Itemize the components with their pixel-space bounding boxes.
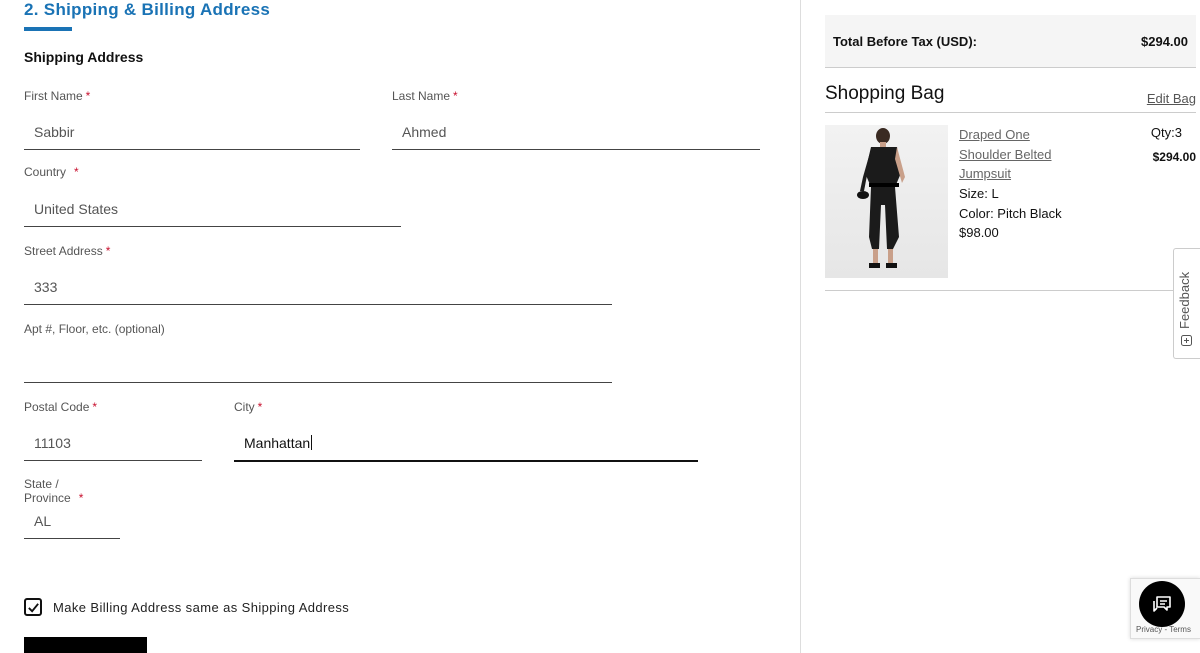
required-mark: * [74, 165, 79, 179]
state-select[interactable]: AL [24, 511, 120, 531]
street-address-label: Street Address * [24, 244, 111, 258]
bag-divider [825, 112, 1196, 113]
jumpsuit-image [857, 128, 905, 268]
state-label: State / Province * [24, 477, 84, 505]
required-mark: * [453, 89, 458, 103]
first-name-field[interactable]: First Name * Sabbir [24, 89, 360, 150]
continue-button[interactable]: CONTINUE [24, 637, 147, 653]
postal-code-input[interactable]: 11103 [24, 433, 202, 453]
last-name-input[interactable]: Ahmed [392, 122, 760, 142]
country-underline [24, 226, 401, 227]
feedback-icon [1181, 335, 1192, 346]
city-underline [234, 460, 698, 462]
shipping-address-heading: Shipping Address [24, 49, 144, 65]
total-value: $294.00 [1141, 33, 1188, 49]
state-field[interactable]: State / Province * AL [24, 477, 120, 539]
country-select[interactable]: United States [24, 199, 401, 219]
first-name-underline [24, 149, 360, 150]
feedback-tab[interactable]: Feedback [1173, 248, 1200, 359]
product-details: Size: L Color: Pitch Black $98.00 [959, 184, 1062, 243]
city-input[interactable]: Manhattan [234, 433, 698, 453]
title-underline [24, 27, 72, 31]
first-name-label: First Name * [24, 89, 91, 103]
edit-bag-link[interactable]: Edit Bag [1147, 91, 1196, 106]
bag-divider-bottom [825, 290, 1196, 291]
checkout-form: 2. Shipping & Billing Address Shipping A… [0, 0, 800, 653]
chat-icon [1153, 596, 1171, 612]
product-qty: Qty:3 [1150, 125, 1182, 140]
billing-same-label: Make Billing Address same as Shipping Ad… [53, 599, 350, 615]
column-divider [800, 0, 801, 653]
required-mark: * [78, 491, 84, 505]
billing-same-checkbox[interactable] [24, 598, 42, 616]
billing-same-row[interactable]: Make Billing Address same as Shipping Ad… [24, 598, 349, 616]
feedback-label: Feedback [1177, 271, 1192, 329]
chat-button[interactable] [1139, 581, 1185, 627]
first-name-input[interactable]: Sabbir [24, 122, 360, 142]
shopping-bag-title: Shopping Bag [825, 83, 945, 104]
last-name-field[interactable]: Last Name * Ahmed [392, 89, 760, 150]
text-caret [311, 435, 313, 450]
last-name-label: Last Name * [392, 89, 458, 103]
postal-code-underline [24, 460, 202, 461]
section-title: 2. Shipping & Billing Address [24, 0, 271, 19]
checkmark-icon [27, 602, 39, 613]
state-underline [24, 538, 120, 539]
apt-field[interactable]: Apt #, Floor, etc. (optional) [24, 322, 612, 383]
country-field[interactable]: Country * United States [24, 165, 401, 227]
city-field[interactable]: City * Manhattan [234, 400, 698, 462]
street-address-underline [24, 304, 612, 305]
product-color: Color: Pitch Black [959, 205, 1062, 221]
required-mark: * [257, 400, 263, 414]
line-total: $294.00 [1152, 150, 1196, 164]
street-address-field[interactable]: Street Address * 333 [24, 244, 612, 305]
product-name-link[interactable]: Draped One Shoulder Belted Jumpsuit [959, 125, 1069, 184]
product-price: $98.00 [959, 225, 999, 240]
required-mark: * [105, 244, 111, 258]
apt-label: Apt #, Floor, etc. (optional) [24, 322, 165, 336]
required-mark: * [85, 89, 91, 103]
street-address-input[interactable]: 333 [24, 277, 612, 297]
city-label: City * [234, 400, 263, 414]
apt-underline [24, 382, 612, 383]
product-image[interactable] [825, 125, 948, 278]
order-total: Total Before Tax (USD): $294.00 [825, 15, 1196, 68]
postal-code-label: Postal Code * [24, 400, 98, 414]
total-label: Total Before Tax (USD): [833, 33, 977, 49]
apt-input[interactable] [24, 355, 612, 375]
postal-code-field[interactable]: Postal Code * 11103 [24, 400, 202, 461]
last-name-underline [392, 149, 760, 150]
required-mark: * [92, 400, 98, 414]
country-label: Country * [24, 165, 79, 179]
product-size: Size: L [959, 186, 999, 201]
